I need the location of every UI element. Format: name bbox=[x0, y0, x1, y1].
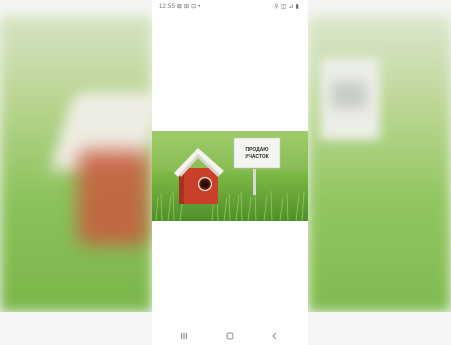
back-icon bbox=[272, 332, 277, 340]
navigation-bar bbox=[152, 326, 308, 345]
photo-illustration: ПРОДАЮ УЧАСТОК bbox=[152, 131, 308, 221]
status-bar: 12:55 ⊠ ⊞ ⊡ • ⚲ ◫ ⊿ ▮ bbox=[152, 0, 308, 14]
recent-apps-button[interactable] bbox=[176, 330, 192, 342]
sign-post bbox=[253, 169, 256, 195]
for-sale-sign bbox=[233, 137, 281, 169]
sign-text-line2: УЧАСТОК bbox=[245, 154, 269, 160]
back-button[interactable] bbox=[267, 330, 283, 342]
recent-apps-icon bbox=[181, 333, 187, 339]
plot-for-sale-photo[interactable]: ПРОДАЮ УЧАСТОК bbox=[152, 131, 308, 221]
phone-screen: 12:55 ⊠ ⊞ ⊡ • ⚲ ◫ ⊿ ▮ ПРОДАЮ УЧАСТОК bbox=[152, 0, 308, 345]
status-time-and-notifications: 12:55 ⊠ ⊞ ⊡ • bbox=[159, 4, 201, 10]
backdrop-house-body bbox=[78, 150, 148, 245]
backdrop-sign-shadow bbox=[332, 82, 366, 108]
status-indicators: ⚲ ◫ ⊿ ▮ bbox=[274, 4, 299, 10]
home-icon bbox=[226, 332, 234, 340]
sign-text-line1: ПРОДАЮ bbox=[245, 147, 268, 153]
home-button[interactable] bbox=[222, 330, 238, 342]
